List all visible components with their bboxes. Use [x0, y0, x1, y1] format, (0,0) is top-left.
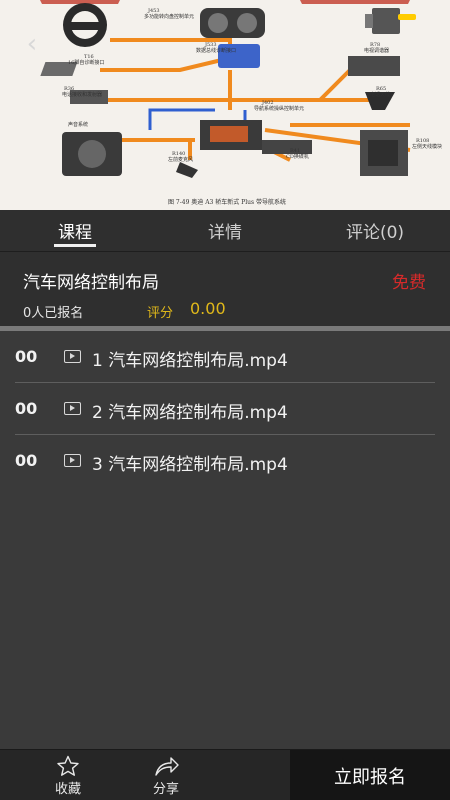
- tab-bar: 课程 详情 评论(0): [0, 210, 450, 252]
- enroll-now-button[interactable]: 立即报名: [290, 750, 450, 800]
- share-icon: [155, 757, 179, 776]
- svg-text:电视调谐器: 电视调谐器: [364, 47, 389, 54]
- svg-text:声音系统: 声音系统: [68, 121, 88, 128]
- favorite-button[interactable]: 收藏: [38, 750, 98, 800]
- course-title: 汽车网络控制布局: [23, 273, 159, 293]
- score-label: 评分: [147, 306, 174, 321]
- back-chevron-icon[interactable]: ‹: [18, 30, 46, 58]
- lesson-name: 1 汽车网络控制布局.mp4: [92, 351, 288, 371]
- video-play-icon: [64, 454, 81, 467]
- score-value: 0.00: [190, 299, 226, 318]
- steering-wheel-graphic: [63, 3, 107, 47]
- lesson-duration: 00: [15, 451, 38, 470]
- share-button[interactable]: 分享: [136, 750, 196, 800]
- svg-text:导航系统操纵控制单元: 导航系统操纵控制单元: [254, 105, 304, 112]
- svg-text:CD换碟机: CD换碟机: [286, 153, 309, 160]
- share-label: 分享: [152, 782, 179, 797]
- tab-course[interactable]: 课程: [0, 210, 150, 251]
- diagram-caption: 图 7-49 奥迪 A3 轿车新式 Plus 带导航系统: [168, 198, 286, 206]
- favorite-label: 收藏: [54, 782, 81, 797]
- lesson-item[interactable]: 00 3 汽车网络控制布局.mp4: [15, 435, 435, 487]
- star-icon: [57, 755, 79, 776]
- course-info: 汽车网络控制布局 免费 0人已报名 评分 0.00: [0, 252, 450, 326]
- lesson-duration: 00: [15, 347, 38, 366]
- tab-details[interactable]: 详情: [150, 210, 300, 251]
- video-play-icon: [64, 350, 81, 363]
- svg-text:多功能转向盘控制单元: 多功能转向盘控制单元: [144, 13, 194, 20]
- network-diagram: J453 多功能转向盘控制单元 J533 数据总线诊断接口 T16 16脚自诊断…: [0, 0, 450, 206]
- svg-text:左前麦克风: 左前麦克风: [168, 156, 193, 163]
- video-play-icon: [64, 402, 81, 415]
- lesson-name: 2 汽车网络控制布局.mp4: [92, 403, 288, 423]
- svg-text:左侧天线模块: 左侧天线模块: [412, 143, 442, 150]
- lesson-item[interactable]: 00 2 汽车网络控制布局.mp4: [15, 383, 435, 435]
- lesson-name: 3 汽车网络控制布局.mp4: [92, 455, 288, 475]
- svg-text:数据总线诊断接口: 数据总线诊断接口: [196, 47, 236, 54]
- svg-text:16脚自诊断接口: 16脚自诊断接口: [68, 59, 104, 66]
- lesson-duration: 00: [15, 399, 38, 418]
- price-badge: 免费: [392, 273, 426, 293]
- course-cover-image: J453 多功能转向盘控制单元 J533 数据总线诊断接口 T16 16脚自诊断…: [0, 0, 450, 210]
- bottom-action-bar: 收藏 分享 立即报名: [0, 749, 450, 800]
- svg-text:电话天线: 电话天线: [370, 91, 390, 98]
- highlight-marker: [398, 14, 416, 20]
- svg-text:电话接收和发射器: 电话接收和发射器: [62, 91, 102, 98]
- lesson-item[interactable]: 00 1 汽车网络控制布局.mp4: [15, 331, 435, 383]
- tab-comments[interactable]: 评论(0): [300, 210, 450, 251]
- lesson-list: 00 1 汽车网络控制布局.mp4 00 2 汽车网络控制布局.mp4 00 3…: [0, 331, 450, 487]
- enrolled-count: 0人已报名: [23, 306, 84, 321]
